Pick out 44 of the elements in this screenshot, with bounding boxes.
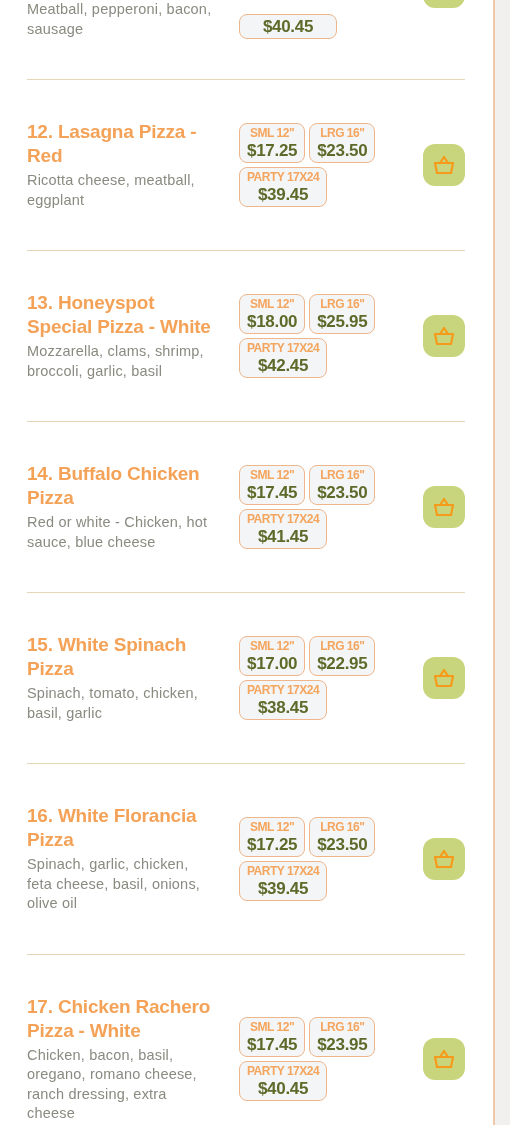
price-option[interactable]: SML 12" $17.25 <box>239 123 306 163</box>
price-option[interactable]: PARTY 17X24 $38.45 <box>239 680 328 720</box>
add-to-cart-button[interactable] <box>423 144 465 186</box>
price-option[interactable]: SML 12" $18.00 <box>239 294 306 334</box>
add-to-cart-button[interactable] <box>423 486 465 528</box>
item-description: Meatball, pepperoni, bacon, sausage <box>27 0 213 39</box>
price-option[interactable]: SML 12" $17.45 <box>239 1017 306 1057</box>
price-option[interactable]: LRG 16" $23.50 <box>309 123 376 163</box>
basket-icon <box>433 326 455 346</box>
price-option[interactable]: PARTY 17X24 $41.45 <box>239 509 328 549</box>
basket-icon <box>433 1049 455 1069</box>
basket-icon <box>433 848 455 869</box>
price-option[interactable]: PARTY 17X24 $40.45 <box>239 1061 328 1101</box>
basket-icon <box>433 155 455 175</box>
price-tag: $40.45 <box>239 14 337 39</box>
price-option[interactable]: SML 12" $17.00 <box>239 636 306 676</box>
add-to-cart-button[interactable] <box>423 1038 465 1080</box>
add-to-cart-button[interactable] <box>423 657 465 699</box>
add-to-cart-button[interactable] <box>423 837 465 880</box>
price-option[interactable]: LRG 16" $25.95 <box>309 294 376 334</box>
price-option[interactable]: LRG 16" $23.50 <box>309 816 376 857</box>
item-description: Ricotta cheese, meatball, eggplant <box>27 171 196 210</box>
basket-icon <box>433 497 455 517</box>
price-option[interactable]: LRG 16" $23.95 <box>309 1017 376 1057</box>
item-description: Red or white - Chicken, hot sauce, blue cheese <box>27 513 209 552</box>
price-option[interactable]: LRG 16" $23.50 <box>309 465 376 505</box>
pizza-title: 12. Lasagna Pizza - Red <box>27 120 198 168</box>
item-description: Chicken, bacon, basil, oregano, romano cheese, ranch dressing, extra cheese <box>27 1045 198 1123</box>
price-option[interactable]: SML 12" $17.25 <box>239 816 306 857</box>
pizza-title: 16. White Florancia Pizza <box>27 804 198 852</box>
pizza-title: 13. Honeyspot Special Pizza - White <box>27 291 212 339</box>
price-option[interactable]: PARTY 17X24 $39.45 <box>239 860 328 901</box>
item-description: Spinach, tomato, chicken, basil, garlic <box>27 684 200 723</box>
pizza-title: 17. Chicken Rachero Pizza - White <box>27 994 212 1043</box>
pizza-title: 14. Buffalo Chicken Pizza <box>27 462 201 510</box>
price-option[interactable]: SML 12" $17.45 <box>239 465 306 505</box>
item-description: Mozzarella, clams, shrimp, broccoli, garlic, basil <box>27 342 205 381</box>
item-description: Spinach, garlic, chicken, feta cheese, basil, onions, olive oil <box>27 855 202 913</box>
pizza-title: 15. White Spinach Pizza <box>27 633 188 681</box>
price-option[interactable]: LRG 16" $22.95 <box>309 636 376 676</box>
price-option[interactable]: PARTY 17X24 $42.45 <box>239 338 328 378</box>
price-option[interactable]: PARTY 17X24 $39.45 <box>239 167 328 207</box>
add-to-cart-button[interactable] <box>423 315 465 357</box>
basket-icon <box>433 668 455 688</box>
